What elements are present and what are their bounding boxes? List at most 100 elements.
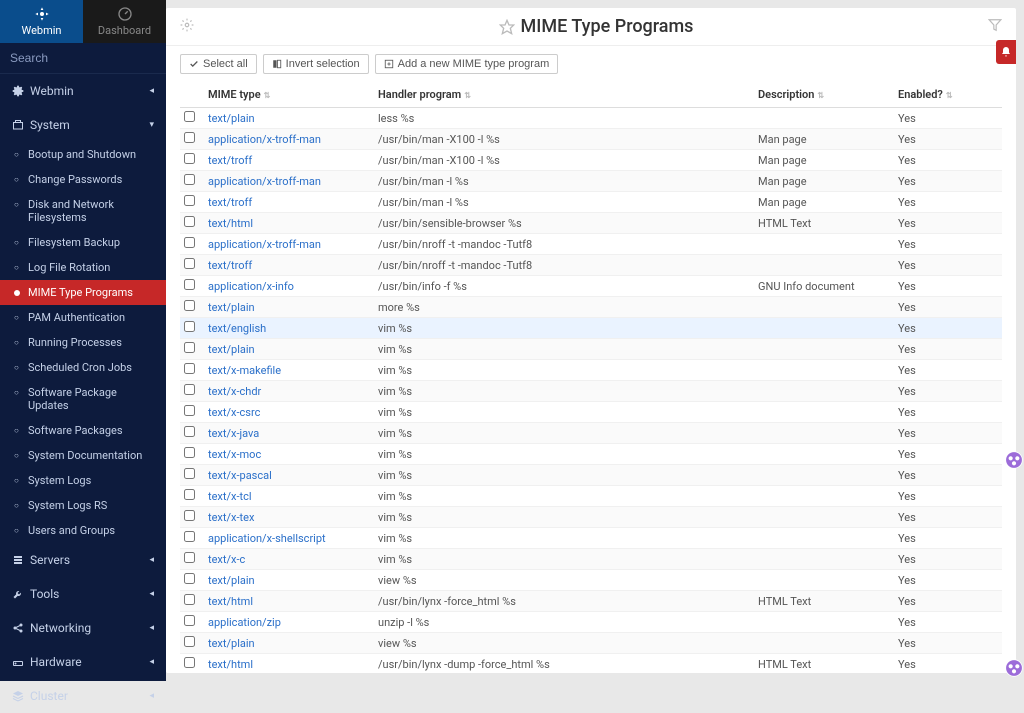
- select-all-button[interactable]: Select all: [180, 54, 257, 74]
- col-handler[interactable]: Handler program⇅: [374, 82, 754, 108]
- mime-link[interactable]: text/x-c: [208, 553, 245, 566]
- mime-link[interactable]: application/x-troff-man: [208, 133, 321, 146]
- sidebar-item-scheduled-cron-jobs[interactable]: Scheduled Cron Jobs: [0, 355, 166, 380]
- col-desc[interactable]: Description⇅: [754, 82, 894, 108]
- mime-link[interactable]: application/x-troff-man: [208, 175, 321, 188]
- mime-link[interactable]: application/zip: [208, 616, 281, 629]
- mime-link[interactable]: text/html: [208, 595, 253, 608]
- search-input[interactable]: [10, 51, 165, 65]
- sidebar-item-log-file-rotation[interactable]: Log File Rotation: [0, 255, 166, 280]
- add-mime-button[interactable]: Add a new MIME type program: [375, 54, 559, 74]
- mime-link[interactable]: text/plain: [208, 112, 255, 125]
- sidebar-item-system-documentation[interactable]: System Documentation: [0, 443, 166, 468]
- mime-link[interactable]: text/troff: [208, 259, 252, 272]
- row-checkbox[interactable]: [184, 279, 195, 290]
- mime-link[interactable]: text/troff: [208, 196, 252, 209]
- table-row: text/x-makefilevim %sYes: [180, 360, 1002, 381]
- row-checkbox[interactable]: [184, 657, 195, 668]
- enabled-cell: Yes: [894, 360, 1002, 381]
- row-checkbox[interactable]: [184, 153, 195, 164]
- row-checkbox[interactable]: [184, 405, 195, 416]
- row-checkbox[interactable]: [184, 468, 195, 479]
- sidebar-item-disk-and-network-filesystems[interactable]: Disk and Network Filesystems: [0, 192, 166, 230]
- row-checkbox[interactable]: [184, 342, 195, 353]
- mime-link[interactable]: text/x-csrc: [208, 406, 260, 419]
- col-mime[interactable]: MIME type⇅: [204, 82, 374, 108]
- sidebar-item-users-and-groups[interactable]: Users and Groups: [0, 518, 166, 543]
- row-checkbox[interactable]: [184, 426, 195, 437]
- desc-cell: [754, 612, 894, 633]
- row-checkbox[interactable]: [184, 615, 195, 626]
- enabled-cell: Yes: [894, 423, 1002, 444]
- side-widget-2[interactable]: [1004, 658, 1024, 678]
- mime-link[interactable]: text/plain: [208, 637, 255, 650]
- mime-link[interactable]: text/x-tex: [208, 511, 254, 524]
- row-checkbox[interactable]: [184, 531, 195, 542]
- row-checkbox[interactable]: [184, 237, 195, 248]
- nav-section-hardware[interactable]: Hardware◂: [0, 645, 166, 679]
- sidebar-item-software-packages[interactable]: Software Packages: [0, 418, 166, 443]
- table-row: text/html/usr/bin/lynx -dump -force_html…: [180, 654, 1002, 674]
- mime-link[interactable]: text/x-pascal: [208, 469, 272, 482]
- sidebar-item-change-passwords[interactable]: Change Passwords: [0, 167, 166, 192]
- notifications-tab[interactable]: [996, 40, 1016, 64]
- row-checkbox[interactable]: [184, 111, 195, 122]
- table-row: text/x-javavim %sYes: [180, 423, 1002, 444]
- nav-section-system[interactable]: System▾: [0, 108, 166, 142]
- main-content: MIME Type Programs Select all Invert sel…: [166, 8, 1016, 673]
- invert-selection-button[interactable]: Invert selection: [263, 54, 369, 74]
- mime-link[interactable]: text/x-makefile: [208, 364, 281, 377]
- mime-link[interactable]: text/troff: [208, 154, 252, 167]
- row-checkbox[interactable]: [184, 132, 195, 143]
- row-checkbox[interactable]: [184, 195, 195, 206]
- row-checkbox[interactable]: [184, 510, 195, 521]
- mime-link[interactable]: text/plain: [208, 574, 255, 587]
- mime-link[interactable]: text/html: [208, 658, 253, 671]
- row-checkbox[interactable]: [184, 489, 195, 500]
- col-enabled[interactable]: Enabled?⇅: [894, 82, 1002, 108]
- mime-link[interactable]: text/x-tcl: [208, 490, 252, 503]
- mime-link[interactable]: application/x-info: [208, 280, 294, 293]
- nav-section-servers[interactable]: Servers◂: [0, 543, 166, 577]
- row-checkbox[interactable]: [184, 594, 195, 605]
- sidebar-item-system-logs-rs[interactable]: System Logs RS: [0, 493, 166, 518]
- sidebar-item-filesystem-backup[interactable]: Filesystem Backup: [0, 230, 166, 255]
- row-checkbox[interactable]: [184, 216, 195, 227]
- sidebar-item-mime-type-programs[interactable]: MIME Type Programs: [0, 280, 166, 305]
- mime-link[interactable]: application/x-shellscript: [208, 532, 326, 545]
- row-checkbox[interactable]: [184, 573, 195, 584]
- row-checkbox[interactable]: [184, 258, 195, 269]
- mime-link[interactable]: text/x-moc: [208, 448, 261, 461]
- mime-link[interactable]: text/plain: [208, 301, 255, 314]
- mime-link[interactable]: text/x-chdr: [208, 385, 261, 398]
- sidebar-item-pam-authentication[interactable]: PAM Authentication: [0, 305, 166, 330]
- mime-link[interactable]: text/english: [208, 322, 266, 335]
- row-checkbox[interactable]: [184, 363, 195, 374]
- mime-link[interactable]: text/plain: [208, 343, 255, 356]
- gear-icon[interactable]: [180, 18, 194, 35]
- mime-link[interactable]: text/x-java: [208, 427, 259, 440]
- nav-section-tools[interactable]: Tools◂: [0, 577, 166, 611]
- filter-icon[interactable]: [988, 18, 1002, 35]
- sidebar-item-system-logs[interactable]: System Logs: [0, 468, 166, 493]
- side-widget-1[interactable]: [1004, 450, 1024, 470]
- nav-section-webmin[interactable]: Webmin◂: [0, 74, 166, 108]
- nav-section-cluster[interactable]: Cluster◂: [0, 679, 166, 713]
- row-checkbox[interactable]: [184, 384, 195, 395]
- sidebar-item-bootup-and-shutdown[interactable]: Bootup and Shutdown: [0, 142, 166, 167]
- mime-link[interactable]: text/html: [208, 217, 253, 230]
- nav-tabs: Webmin Dashboard: [0, 0, 166, 43]
- row-checkbox[interactable]: [184, 447, 195, 458]
- row-checkbox[interactable]: [184, 636, 195, 647]
- mime-link[interactable]: application/x-troff-man: [208, 238, 321, 251]
- row-checkbox[interactable]: [184, 552, 195, 563]
- row-checkbox[interactable]: [184, 300, 195, 311]
- row-checkbox[interactable]: [184, 321, 195, 332]
- sidebar-item-running-processes[interactable]: Running Processes: [0, 330, 166, 355]
- star-icon[interactable]: [499, 19, 515, 35]
- row-checkbox[interactable]: [184, 174, 195, 185]
- nav-section-networking[interactable]: Networking◂: [0, 611, 166, 645]
- webmin-tab[interactable]: Webmin: [0, 0, 83, 43]
- dashboard-tab[interactable]: Dashboard: [83, 0, 166, 43]
- sidebar-item-software-package-updates[interactable]: Software Package Updates: [0, 380, 166, 418]
